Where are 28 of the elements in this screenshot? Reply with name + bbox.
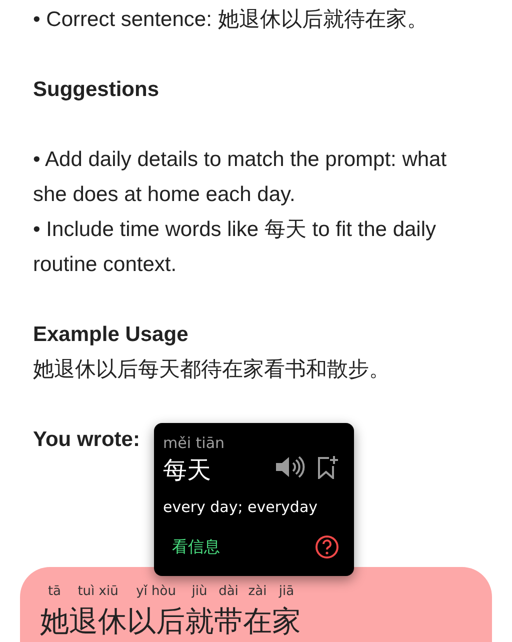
hanzi-text[interactable]: 就 [185, 603, 214, 639]
body-text: • Correct sentence: 她退休以后就待在家。 [33, 7, 428, 33]
body-text: • Include time words like 每天 to fit the daily routine context. [33, 217, 438, 278]
section-heading: You wrote: [33, 427, 140, 453]
word-text: 每天 [163, 455, 212, 486]
pinyin-text: zài [247, 583, 268, 601]
pinyin-text: tuì xiū [76, 583, 120, 601]
section-heading: Example Usage [33, 322, 188, 348]
body-text: 她退休以后每天都待在家看书和散步。 [33, 357, 390, 383]
hanzi-text[interactable]: 她 [40, 603, 69, 639]
pinyin-text: jiù [190, 583, 208, 601]
section-heading: Suggestions [33, 77, 160, 103]
pinyin-text: tā [46, 583, 62, 601]
pinyin-text: měi tiān [163, 433, 225, 453]
bookmark-add-icon[interactable] [317, 455, 339, 479]
hanzi-text[interactable]: 在 [243, 603, 272, 639]
help-icon[interactable] [315, 535, 339, 559]
pinyin-text: jiā [278, 583, 296, 601]
pinyin-text: dài [218, 583, 240, 601]
pinyin-text: yǐ hòu [135, 583, 177, 601]
definition-text: every day; everyday [163, 497, 319, 517]
body-text: • Add daily details to match the prompt: what she does at home each day. [33, 147, 448, 208]
info-link[interactable]: 看信息 [172, 536, 220, 558]
hanzi-text[interactable]: 退休 [69, 603, 127, 639]
hanzi-text[interactable]: 以后 [127, 603, 185, 639]
speaker-icon[interactable] [275, 456, 305, 478]
hanzi-text[interactable]: 家 [272, 603, 301, 639]
hanzi-text[interactable]: 带 [214, 603, 243, 639]
